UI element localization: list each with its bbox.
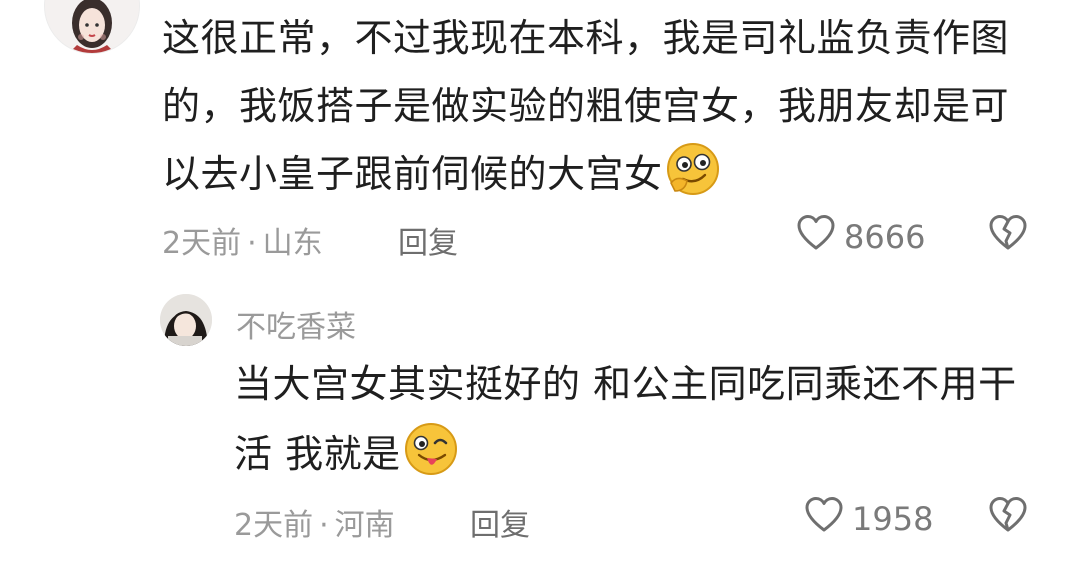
reply-location: 河南 <box>334 508 395 543</box>
reply-like-count: 1958 <box>852 500 934 538</box>
commenter-avatar[interactable] <box>44 0 140 54</box>
meta-separator: · <box>319 508 329 543</box>
comment-like-count: 8666 <box>844 218 926 256</box>
reply-like-button[interactable]: 1958 <box>804 496 933 542</box>
winking-tongue-emoji-icon <box>403 421 459 500</box>
replier-username[interactable]: 不吃香菜 <box>236 302 356 346</box>
reply-time: 2天前 <box>234 508 314 543</box>
comment-location: 山东 <box>262 226 323 261</box>
reply-text-line-2: 活 我就是 <box>234 418 459 500</box>
heart-icon <box>804 496 844 542</box>
reply-meta: 2天前 · 河南 <box>234 500 395 544</box>
replier-avatar[interactable] <box>160 294 212 346</box>
comment-text-line-2: 的，我饭搭子是做实验的粗使宫女，我朋友却是可 <box>162 84 1010 128</box>
reply-text-line-2-text: 活 我就是 <box>234 432 401 476</box>
comment-meta: 2天前 · 山东 <box>162 218 323 262</box>
smug-face-emoji-icon <box>665 141 721 220</box>
reply-reply-button[interactable]: 回复 <box>470 500 530 544</box>
meta-separator: · <box>247 226 257 261</box>
heart-icon <box>796 214 836 260</box>
broken-heart-icon <box>988 215 1028 256</box>
comment-text-line-3-text: 以去小皇子跟前伺候的大宫女 <box>162 152 663 196</box>
comment-text-line-3: 以去小皇子跟前伺候的大宫女 <box>162 138 721 220</box>
reply-text-line-1: 当大宫女其实挺好的 和公主同吃同乘还不用干 <box>234 362 1017 406</box>
comment-dislike-button[interactable] <box>988 214 1028 256</box>
broken-heart-icon <box>988 497 1028 538</box>
comment-reply-button[interactable]: 回复 <box>398 218 458 262</box>
comment-like-button[interactable]: 8666 <box>796 214 925 260</box>
comment-text-line-1: 这很正常，不过我现在本科，我是司礼监负责作图 <box>162 16 1010 60</box>
reply-dislike-button[interactable] <box>988 496 1028 538</box>
comment-time: 2天前 <box>162 226 242 261</box>
